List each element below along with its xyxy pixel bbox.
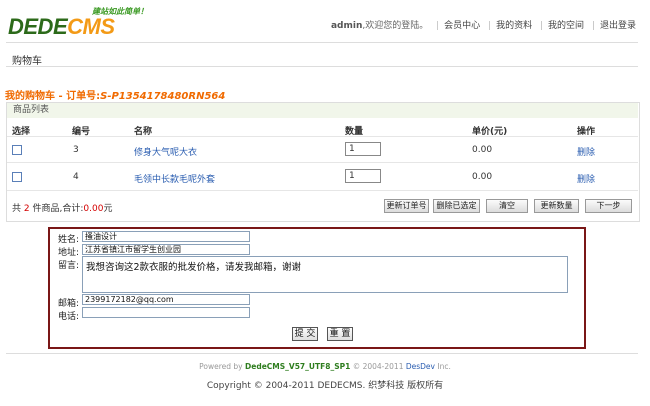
copyright: Copyright © 2004-2011 DEDECMS. 织梦科技 版权所有	[206, 381, 444, 391]
nav-logout[interactable]: 退出登录	[600, 21, 636, 31]
message-label: 留言:	[58, 261, 80, 271]
phone-field[interactable]	[82, 307, 250, 318]
row-qty-input[interactable]: 1	[345, 142, 381, 156]
row-price: 0.00	[472, 145, 493, 155]
powered-product[interactable]: DedeCMS_V57_UTF8_SP1	[245, 362, 350, 371]
row-product-link[interactable]: 修身大气呢大衣	[134, 145, 197, 158]
name-label: 姓名:	[58, 235, 80, 245]
row-delete-link[interactable]: 删除	[577, 145, 595, 158]
breadcrumb-divider	[6, 66, 638, 67]
name-field[interactable]: 搔油设计	[82, 231, 250, 242]
username: admin	[330, 21, 363, 31]
row-delete-link[interactable]: 删除	[577, 172, 595, 185]
email-label: 邮箱:	[58, 299, 80, 309]
reset-button[interactable]: 重 置	[327, 327, 353, 341]
order-number: S-P1354178480RN564	[100, 91, 226, 102]
email-field[interactable]: 2399172182@qq.com	[82, 294, 250, 305]
page-title: 我的购物车 - 订单号:S-P1354178480RN564	[5, 91, 226, 102]
row-divider	[7, 190, 638, 191]
row-divider	[7, 162, 638, 163]
powered-by: Powered by DedeCMS_V57_UTF8_SP1 © 2004-2…	[199, 362, 451, 371]
logo-slogan: 建站如此简单！	[92, 7, 148, 16]
header-row-divider	[7, 136, 638, 137]
row-id: 3	[73, 145, 79, 155]
row-qty-input[interactable]: 1	[345, 169, 381, 183]
row-product-link[interactable]: 毛领中长款毛呢外套	[134, 172, 215, 185]
nav-my-space[interactable]: 我的空间	[548, 21, 584, 31]
address-field[interactable]: 江苏省镇江市留学生创业园	[82, 244, 250, 255]
cart-summary: 共 2 件商品,合计:0.00元	[12, 204, 113, 214]
product-list-caption: 商品列表	[7, 103, 638, 118]
update-order-button[interactable]: 更新订单号	[384, 199, 429, 213]
next-step-button[interactable]: 下一步	[585, 199, 632, 213]
top-nav: admin,欢迎您的登陆。 | 会员中心 | 我的资料 | 我的空间 | 退出登录	[330, 21, 636, 31]
logo-text: DEDECMS	[8, 14, 115, 39]
powered-company[interactable]: DesDev	[406, 362, 435, 371]
breadcrumb: 购物车	[12, 56, 42, 67]
row-price: 0.00	[472, 172, 493, 182]
nav-member-center[interactable]: 会员中心	[444, 21, 480, 31]
welcome-text: ,欢迎您的登陆。	[362, 21, 429, 31]
nav-my-profile[interactable]: 我的资料	[496, 21, 532, 31]
footer-divider	[6, 353, 638, 354]
site-logo[interactable]: DEDECMS 建站如此简单！	[8, 6, 158, 39]
submit-button[interactable]: 提 交	[292, 327, 318, 341]
phone-label: 电话:	[58, 312, 80, 322]
message-textarea[interactable]: 我想咨询这2款衣服的批发价格，请发我邮箱，谢谢	[82, 256, 568, 293]
row-id: 4	[73, 172, 79, 182]
row-select-checkbox[interactable]	[12, 172, 22, 182]
total-amount: 0.00	[83, 204, 104, 214]
clear-cart-button[interactable]: 清空	[486, 199, 528, 213]
item-count: 2	[23, 204, 30, 214]
row-select-checkbox[interactable]	[12, 145, 22, 155]
delete-selected-button[interactable]: 删除已选定	[433, 199, 480, 213]
update-qty-button[interactable]: 更新数量	[534, 199, 579, 213]
header-divider	[6, 42, 638, 43]
address-label: 地址:	[58, 248, 80, 258]
